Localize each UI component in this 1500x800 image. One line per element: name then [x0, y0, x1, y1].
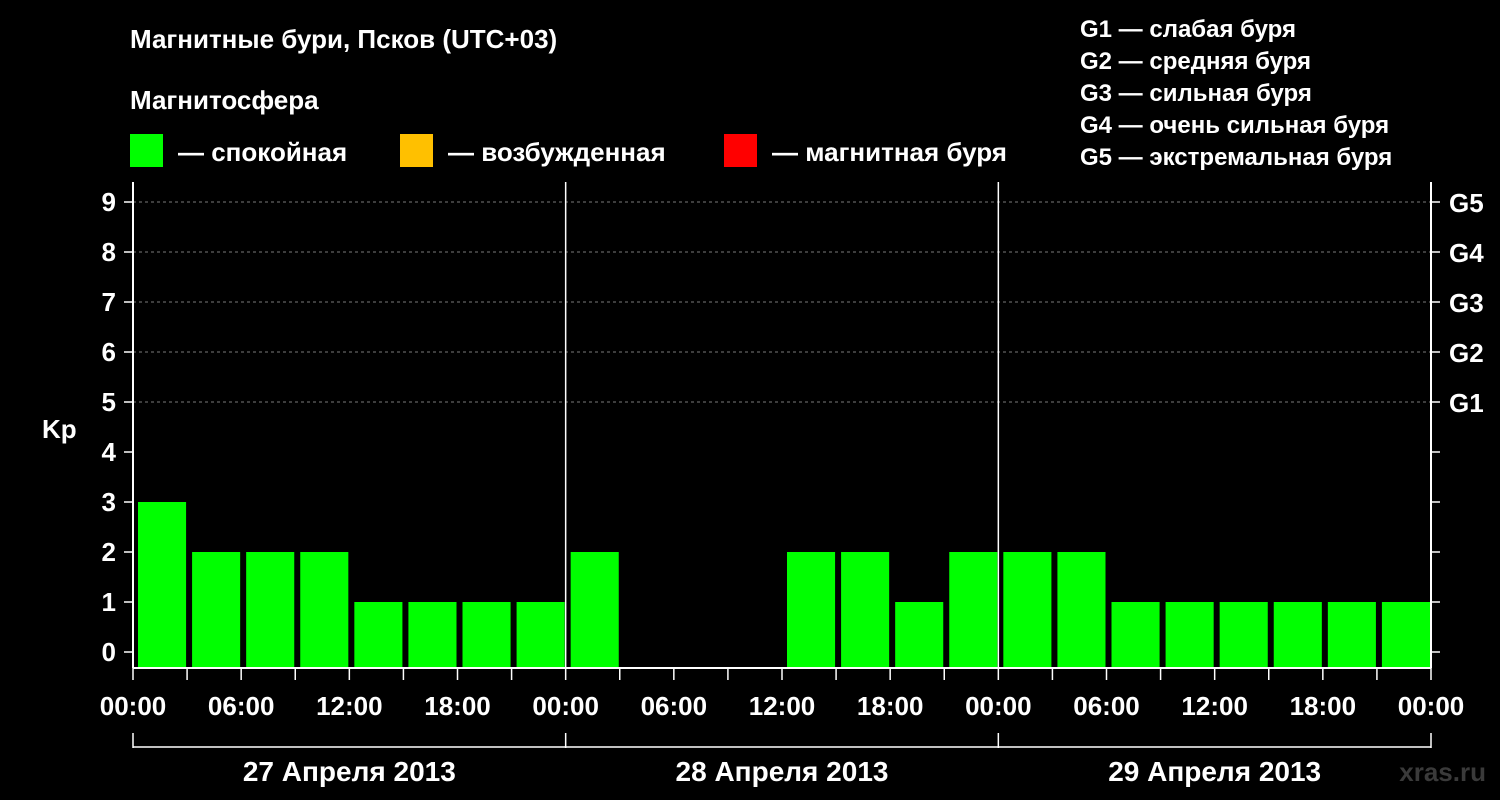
kp-bar [1381, 602, 1430, 667]
x-tick-label: 12:00 [749, 691, 816, 721]
storm-scale-g5: G5 — экстремальная буря [1080, 144, 1393, 171]
y-tick-label: 4 [102, 437, 117, 467]
legend-swatch-storm [724, 134, 757, 167]
x-tick-label: 18:00 [1290, 691, 1357, 721]
x-tick-label: 00:00 [1398, 691, 1465, 721]
kp-bar [1273, 602, 1322, 667]
kp-bar [1327, 602, 1376, 667]
storm-scale-g3: G3 — сильная буря [1080, 80, 1312, 107]
kp-bar [138, 502, 187, 667]
kp-bar [570, 552, 619, 667]
x-tick-label: 00:00 [532, 691, 599, 721]
kp-bar [1165, 602, 1214, 667]
kp-bar [246, 552, 295, 667]
x-tick-label: 06:00 [208, 691, 275, 721]
x-tick-label: 00:00 [100, 691, 167, 721]
legend-label-quiet: — спокойная [178, 137, 348, 167]
storm-scale-g1: G1 — слабая буря [1080, 16, 1297, 43]
y-tick-label: 2 [102, 537, 116, 567]
legend-label-active: — возбужденная [448, 137, 666, 167]
storm-level-label: G5 [1449, 188, 1484, 218]
y-axis-label: Kp [42, 414, 77, 444]
storm-level-label: G2 [1449, 338, 1484, 368]
x-tick-label: 06:00 [641, 691, 708, 721]
x-tick-label: 12:00 [316, 691, 383, 721]
kp-bar [1111, 602, 1160, 667]
y-tick-label: 3 [102, 487, 116, 517]
kp-bar [787, 552, 836, 667]
watermark: xras.ru [1399, 757, 1486, 787]
kp-bar [300, 552, 349, 667]
kp-bar [1003, 552, 1052, 667]
chart-subtitle: Магнитосфера [130, 85, 319, 115]
x-tick-label: 06:00 [1073, 691, 1140, 721]
day-label: 27 Апреля 2013 [243, 756, 456, 787]
x-tick-label: 00:00 [965, 691, 1032, 721]
y-tick-label: 7 [102, 287, 116, 317]
day-label: 28 Апреля 2013 [676, 756, 889, 787]
kp-bar [949, 552, 998, 667]
kp-bar [354, 602, 403, 667]
x-tick-label: 18:00 [424, 691, 491, 721]
storm-scale-g2: G2 — средняя буря [1080, 48, 1311, 75]
y-tick-label: 9 [102, 187, 116, 217]
y-tick-label: 5 [102, 387, 116, 417]
kp-bar [462, 602, 511, 667]
storm-level-label: G4 [1449, 238, 1484, 268]
kp-bar [895, 602, 944, 667]
chart-title: Магнитные бури, Псков (UTC+03) [130, 24, 558, 54]
storm-level-label: G1 [1449, 388, 1484, 418]
day-label: 29 Апреля 2013 [1108, 756, 1321, 787]
kp-bar [841, 552, 890, 667]
storm-scale-g4: G4 — очень сильная буря [1080, 112, 1390, 139]
legend-label-storm: — магнитная буря [772, 137, 1007, 167]
legend-swatch-active [400, 134, 433, 167]
kp-bar [1219, 602, 1268, 667]
y-tick-label: 6 [102, 337, 116, 367]
kp-bar [192, 552, 241, 667]
kp-bar [408, 602, 457, 667]
x-tick-label: 12:00 [1181, 691, 1248, 721]
storm-level-label: G3 [1449, 288, 1484, 318]
x-tick-label: 18:00 [857, 691, 924, 721]
kp-bar [1057, 552, 1106, 667]
y-tick-label: 1 [102, 587, 116, 617]
y-tick-label: 8 [102, 237, 116, 267]
y-tick-label: 0 [102, 637, 116, 667]
kp-bar [516, 602, 565, 667]
legend-swatch-quiet [130, 134, 163, 167]
